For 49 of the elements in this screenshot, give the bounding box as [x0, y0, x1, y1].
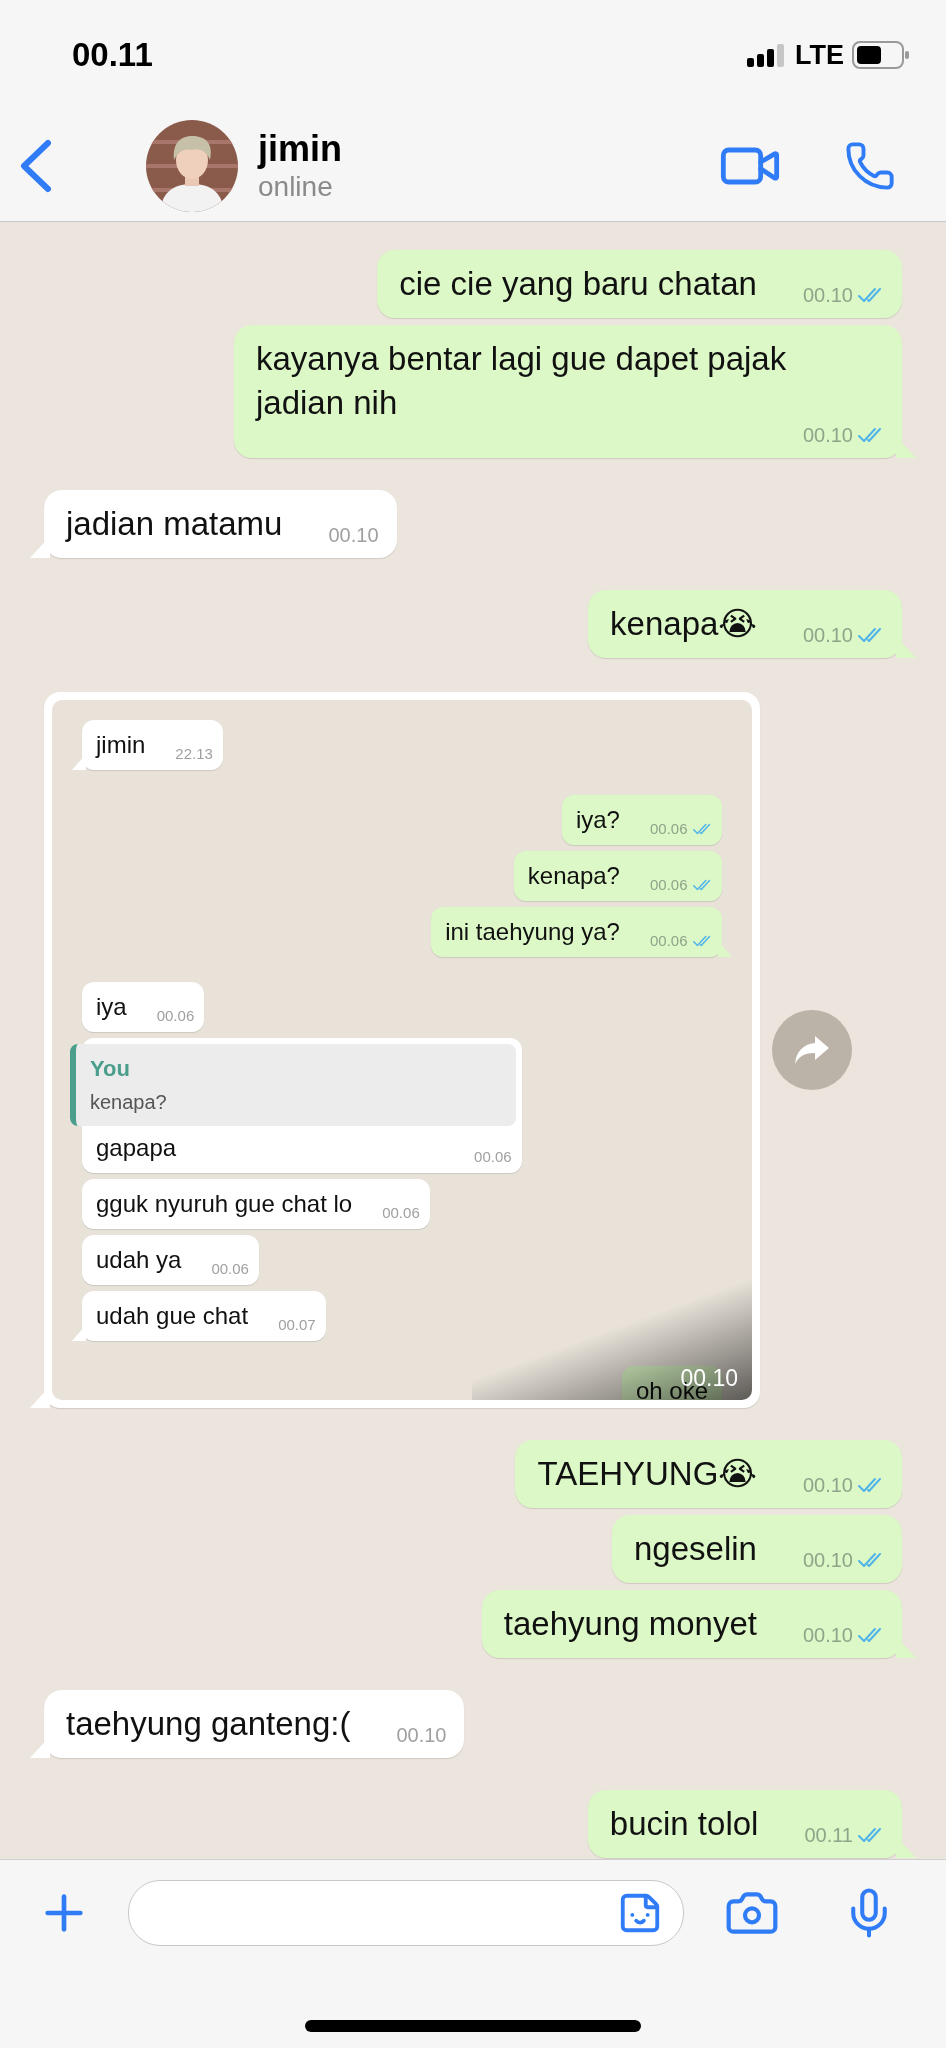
battery-icon — [852, 41, 910, 69]
message-time: 00.10 — [802, 1625, 853, 1645]
message-time: 00.10 — [802, 285, 853, 305]
message-time: 00.11 — [804, 1825, 853, 1845]
message-time: 00.10 — [802, 1475, 853, 1495]
message-text: udah gue chat — [96, 1301, 249, 1331]
message-time: 00.06 — [649, 821, 688, 836]
message-text: kayanya bentar lagi gue dapet pajak jadian nih — [256, 339, 788, 423]
status-time: 00.11 — [72, 36, 153, 74]
message-time: 00.10 — [328, 525, 379, 545]
message-time: 00.06 — [649, 933, 688, 948]
message-text: cie cie yang baru chatan — [399, 264, 757, 304]
message-time: 00.06 — [474, 1149, 512, 1164]
message-text: udah ya — [96, 1245, 182, 1275]
quote-author: You — [90, 1055, 131, 1083]
signal-icon — [747, 43, 787, 67]
message-time: 00.10 — [802, 1550, 853, 1570]
message-text: kenapa? — [527, 861, 620, 891]
message-time: 00.10 — [802, 625, 853, 645]
message-time: 00.06 — [382, 1205, 420, 1220]
message-text: iya — [96, 992, 127, 1022]
message-time: 22.13 — [175, 746, 213, 761]
message-time: 00.06 — [649, 877, 688, 892]
forward-icon — [793, 1034, 831, 1066]
message-text: taehyung ganteng:( — [66, 1704, 351, 1744]
message-time: 00.10 — [396, 1725, 447, 1745]
back-icon — [18, 138, 54, 193]
message-text: taehyung monyet — [503, 1604, 757, 1644]
message-text: jimin — [96, 730, 146, 760]
phone-icon — [844, 139, 896, 192]
message-text: iya? — [575, 805, 620, 835]
message-time: 00.10 — [802, 425, 853, 445]
voice-call-button[interactable] — [844, 139, 896, 192]
message-text: ngeselin — [634, 1529, 757, 1569]
message-text: bucin tolol — [609, 1804, 759, 1844]
message-time: 00.06 — [211, 1261, 249, 1276]
message-text: kenapa😭 — [610, 604, 757, 644]
network-label: LTE — [795, 39, 844, 71]
message-text: gapapa — [96, 1133, 177, 1163]
contact-status: online — [258, 169, 334, 204]
message-time: 00.06 — [156, 1008, 195, 1023]
back-button[interactable] — [18, 138, 54, 193]
message-text: jadian matamu — [66, 504, 283, 544]
contact-name[interactable]: jimin — [258, 127, 342, 170]
message-time: 00.07 — [278, 1317, 316, 1332]
message-text: TAEHYUNG😭 — [537, 1454, 757, 1494]
quote-text: kenapa? — [90, 1090, 168, 1115]
message-text: ini taehyung ya? — [445, 917, 620, 947]
message-text: gguk nyuruh gue chat lo — [96, 1189, 353, 1219]
